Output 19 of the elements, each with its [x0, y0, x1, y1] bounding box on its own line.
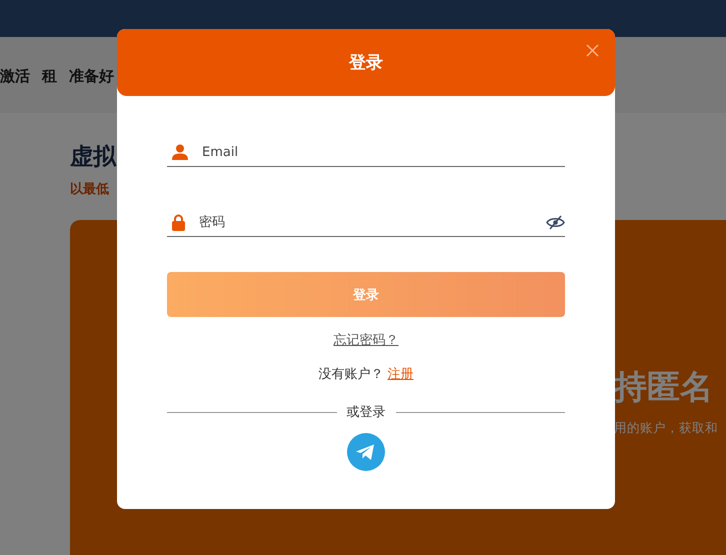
- nav-link[interactable]: 租: [42, 67, 57, 86]
- forgot-password-link[interactable]: 忘记密码？: [334, 331, 398, 349]
- close-icon[interactable]: [586, 44, 599, 57]
- paper-plane-icon[interactable]: [347, 433, 385, 471]
- page-heading: 虚拟: [70, 143, 116, 172]
- lock-icon: [172, 214, 185, 230]
- signup-prompt: 没有账户？: [318, 366, 384, 383]
- user-icon: [172, 144, 188, 160]
- nav-link[interactable]: 激活: [0, 67, 30, 86]
- divider-label: 或登录: [346, 404, 386, 421]
- page-subtitle: 以最低: [70, 181, 109, 198]
- banner-title: 持匿名: [614, 366, 714, 408]
- nav-link[interactable]: 准备好: [69, 67, 114, 86]
- password-field[interactable]: 密码: [199, 214, 532, 230]
- banner-text: 用的账户，获取和: [614, 420, 719, 437]
- dialog-title: 登录: [349, 52, 383, 74]
- signup-link[interactable]: 注册: [388, 365, 414, 383]
- email-field[interactable]: Email: [202, 144, 565, 160]
- eye-slash-icon[interactable]: [546, 214, 565, 230]
